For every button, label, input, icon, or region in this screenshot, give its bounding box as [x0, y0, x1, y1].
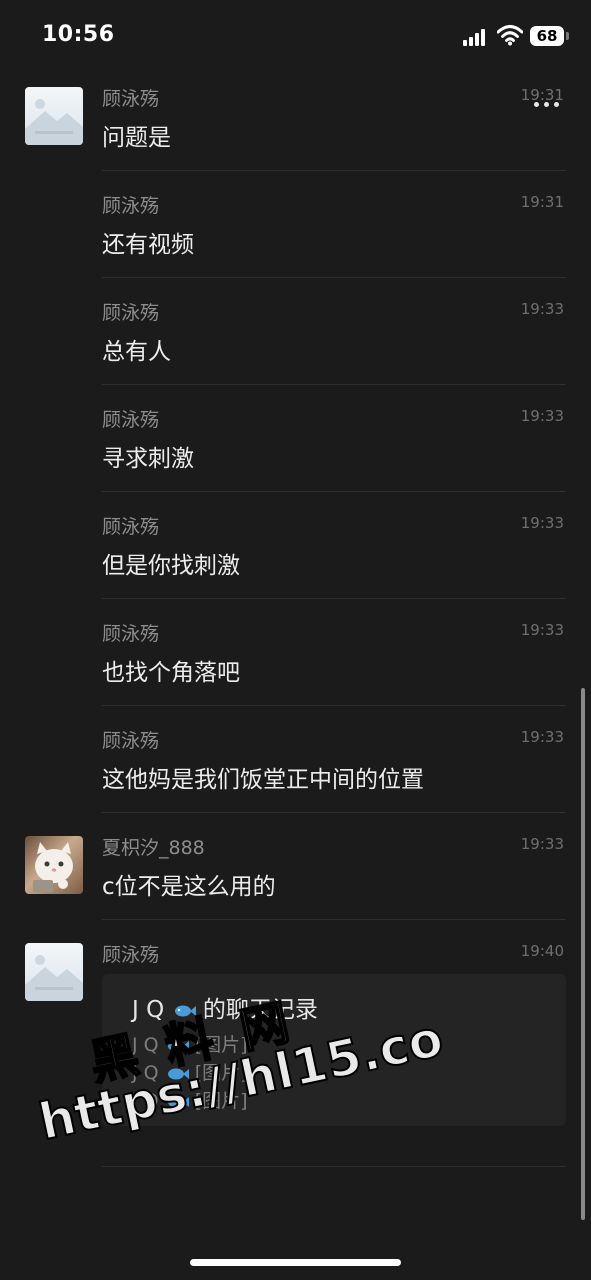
sender-name: 顾泳殇 — [102, 944, 160, 966]
home-indicator[interactable] — [190, 1259, 401, 1266]
message-row: 顾泳殇 19:33 总有人 — [0, 298, 591, 384]
fish-emoji-icon — [167, 1096, 189, 1107]
divider — [102, 812, 566, 813]
fish-emoji-icon — [167, 1068, 189, 1079]
message-text[interactable]: 这他妈是我们饭堂正中间的位置 — [102, 760, 424, 794]
avatar[interactable] — [25, 87, 83, 145]
message-text[interactable]: c位不是这么用的 — [102, 867, 276, 901]
message-time: 19:33 — [520, 514, 564, 532]
chat-record-line-name: J Q — [132, 1034, 159, 1056]
wifi-icon — [497, 25, 523, 46]
message-time: 19:40 — [520, 942, 564, 960]
chat-record-line: J Q [图片] — [132, 1058, 248, 1085]
battery-icon: 68 — [530, 26, 569, 46]
chat-record-card[interactable]: J Q 的聊天记录 J Q [图片] J Q [图片] J Q [图片] — [102, 974, 566, 1126]
sender-name: 夏枳汐_888 — [102, 837, 205, 859]
message-text[interactable]: 但是你找刺激 — [102, 546, 240, 580]
sender-name: 顾泳殇 — [102, 195, 160, 217]
sender-name: 顾泳殇 — [102, 302, 160, 324]
status-bar: 10:56 68 — [0, 0, 591, 72]
sender-name: 顾泳殇 — [102, 730, 160, 752]
message-time: 19:33 — [520, 300, 564, 318]
message-time: 19:33 — [520, 407, 564, 425]
message-row: 顾泳殇 19:40 — [0, 940, 591, 1001]
message-text[interactable]: 也找个角落吧 — [102, 653, 240, 687]
divider — [102, 491, 566, 492]
chat-record-line-content: [图片] — [194, 1090, 248, 1112]
message-time: 19:31 — [520, 193, 564, 211]
divider — [102, 705, 566, 706]
chat-record-line-content: [图片] — [194, 1034, 248, 1056]
message-row: 顾泳殇 19:31 还有视频 — [0, 191, 591, 277]
message-text[interactable]: 寻求刺激 — [102, 439, 194, 473]
divider — [102, 1166, 566, 1167]
message-time: 19:33 — [520, 728, 564, 746]
divider — [102, 919, 566, 920]
divider — [102, 384, 566, 385]
chat-record-title: J Q 的聊天记录 — [132, 990, 318, 1024]
fish-emoji-icon — [167, 1040, 189, 1051]
sender-name: 顾泳殇 — [102, 409, 160, 431]
message-row: 顾泳殇 19:33 寻求刺激 — [0, 405, 591, 491]
message-text[interactable]: 还有视频 — [102, 225, 194, 259]
message-time: 19:33 — [520, 835, 564, 853]
sender-name: 顾泳殇 — [102, 516, 160, 538]
message-text[interactable]: 总有人 — [102, 332, 171, 366]
message-text[interactable]: 问题是 — [102, 118, 171, 152]
scrollbar[interactable] — [581, 688, 585, 1220]
chat-record-line: J Q [图片] — [132, 1086, 248, 1113]
avatar[interactable] — [25, 943, 83, 1001]
divider — [102, 170, 566, 171]
message-time: 19:31 — [520, 86, 564, 104]
sender-name: 顾泳殇 — [102, 623, 160, 645]
message-row: 顾泳殇 19:31 问题是 — [0, 84, 591, 170]
chat-record-label: 的聊天记录 — [202, 997, 318, 1023]
divider — [102, 598, 566, 599]
sender-name: 顾泳殇 — [102, 88, 160, 110]
avatar[interactable] — [25, 836, 83, 894]
divider — [102, 277, 566, 278]
message-row: 顾泳殇 19:33 但是你找刺激 — [0, 512, 591, 598]
cellular-signal-icon — [463, 28, 489, 46]
message-row: 顾泳殇 19:33 也找个角落吧 — [0, 619, 591, 705]
fish-emoji-icon — [174, 1005, 196, 1016]
chat-record-line-name: J Q — [132, 1090, 159, 1112]
message-time: 19:33 — [520, 621, 564, 639]
message-row: 顾泳殇 19:33 这他妈是我们饭堂正中间的位置 — [0, 726, 591, 812]
chat-record-line: J Q [图片] — [132, 1030, 248, 1057]
status-time: 10:56 — [42, 22, 115, 47]
message-row: 夏枳汐_888 19:33 c位不是这么用的 — [0, 833, 591, 919]
chat-record-line-content: [图片] — [194, 1062, 248, 1084]
chat-record-owner: J Q — [132, 997, 165, 1023]
chat-record-line-name: J Q — [132, 1062, 159, 1084]
